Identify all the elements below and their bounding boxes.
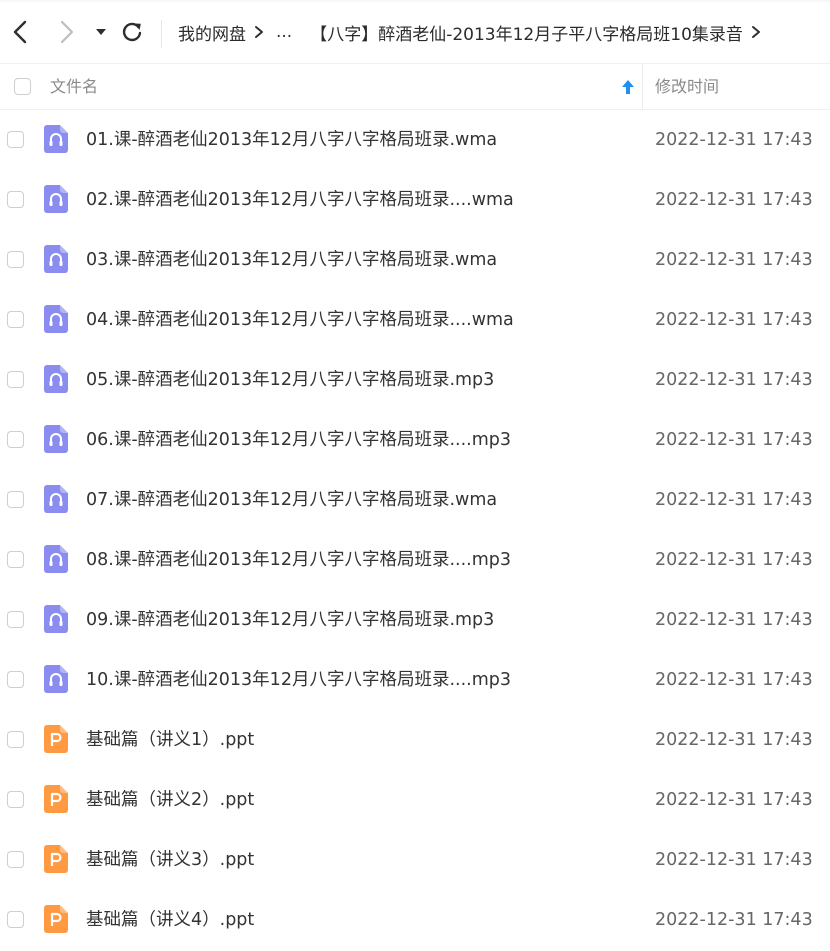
file-modified-time: 2022-12-31 17:43	[655, 190, 813, 210]
file-modified-time: 2022-12-31 17:43	[655, 250, 813, 270]
refresh-icon	[122, 22, 142, 42]
audio-file-icon	[44, 245, 68, 273]
file-modified-time: 2022-12-31 17:43	[655, 610, 813, 630]
audio-file-icon	[44, 185, 68, 213]
file-name: 03.课-醉酒老仙2013年12月八字八字格局班录.wma	[86, 250, 498, 270]
row-checkbox[interactable]	[7, 731, 24, 748]
file-modified-time: 2022-12-31 17:43	[655, 910, 813, 930]
ppt-file-icon	[44, 785, 68, 813]
file-modified-time: 2022-12-31 17:43	[655, 550, 813, 570]
row-checkbox[interactable]	[7, 191, 24, 208]
refresh-button[interactable]	[118, 14, 146, 50]
audio-file-icon	[44, 545, 68, 573]
breadcrumb-root[interactable]: 我的网盘	[178, 20, 246, 45]
file-row[interactable]: 09.课-醉酒老仙2013年12月八字八字格局班录.mp3 2022-12-31…	[0, 590, 830, 650]
file-name: 06.课-醉酒老仙2013年12月八字八字格局班录....mp3	[86, 430, 511, 450]
row-checkbox[interactable]	[7, 431, 24, 448]
list-header: 文件名 修改时间	[0, 64, 830, 110]
file-row[interactable]: 07.课-醉酒老仙2013年12月八字八字格局班录.wma 2022-12-31…	[0, 470, 830, 530]
file-modified-time: 2022-12-31 17:43	[655, 850, 813, 870]
file-row[interactable]: 基础篇（讲义4）.ppt 2022-12-31 17:43	[0, 890, 830, 950]
file-modified-time: 2022-12-31 17:43	[655, 430, 813, 450]
ppt-file-icon	[44, 725, 68, 753]
breadcrumb-separator-icon	[246, 25, 272, 39]
file-name: 10.课-醉酒老仙2013年12月八字八字格局班录....mp3	[86, 670, 511, 690]
column-header-time[interactable]: 修改时间	[655, 64, 719, 110]
file-name: 09.课-醉酒老仙2013年12月八字八字格局班录.mp3	[86, 610, 495, 630]
row-checkbox[interactable]	[7, 251, 24, 268]
back-button[interactable]	[6, 14, 34, 50]
file-modified-time: 2022-12-31 17:43	[655, 310, 813, 330]
file-row[interactable]: 06.课-醉酒老仙2013年12月八字八字格局班录....mp3 2022-12…	[0, 410, 830, 470]
ppt-file-icon	[44, 845, 68, 873]
row-checkbox[interactable]	[7, 311, 24, 328]
history-dropdown-button[interactable]	[92, 14, 110, 50]
file-name: 基础篇（讲义3）.ppt	[86, 850, 255, 870]
file-row[interactable]: 10.课-醉酒老仙2013年12月八字八字格局班录....mp3 2022-12…	[0, 650, 830, 710]
column-header-name[interactable]: 文件名	[50, 64, 98, 110]
file-row[interactable]: 基础篇（讲义2）.ppt 2022-12-31 17:43	[0, 770, 830, 830]
audio-file-icon	[44, 605, 68, 633]
file-name: 04.课-醉酒老仙2013年12月八字八字格局班录....wma	[86, 310, 514, 330]
row-checkbox[interactable]	[7, 671, 24, 688]
row-checkbox[interactable]	[7, 131, 24, 148]
file-modified-time: 2022-12-31 17:43	[655, 490, 813, 510]
breadcrumb-separator-icon	[743, 25, 769, 39]
forward-button[interactable]	[53, 14, 81, 50]
breadcrumb: 我的网盘 ... 【八字】醉酒老仙-2013年12月子平八字格局班10集录音	[178, 0, 769, 64]
file-row[interactable]: 基础篇（讲义3）.ppt 2022-12-31 17:43	[0, 830, 830, 890]
file-row[interactable]: 01.课-醉酒老仙2013年12月八字八字格局班录.wma 2022-12-31…	[0, 110, 830, 170]
toolbar: 我的网盘 ... 【八字】醉酒老仙-2013年12月子平八字格局班10集录音	[0, 0, 830, 64]
column-divider[interactable]	[642, 64, 643, 110]
row-checkbox[interactable]	[7, 791, 24, 808]
file-row[interactable]: 08.课-醉酒老仙2013年12月八字八字格局班录....mp3 2022-12…	[0, 530, 830, 590]
audio-file-icon	[44, 305, 68, 333]
sort-button[interactable]	[620, 77, 636, 97]
file-name: 基础篇（讲义2）.ppt	[86, 790, 255, 810]
toolbar-divider	[161, 20, 162, 48]
file-modified-time: 2022-12-31 17:43	[655, 730, 813, 750]
file-name: 08.课-醉酒老仙2013年12月八字八字格局班录....mp3	[86, 550, 511, 570]
chevron-left-icon	[13, 20, 27, 44]
file-modified-time: 2022-12-31 17:43	[655, 370, 813, 390]
ppt-file-icon	[44, 905, 68, 933]
file-row[interactable]: 04.课-醉酒老仙2013年12月八字八字格局班录....wma 2022-12…	[0, 290, 830, 350]
audio-file-icon	[44, 665, 68, 693]
row-checkbox[interactable]	[7, 371, 24, 388]
row-checkbox[interactable]	[7, 611, 24, 628]
audio-file-icon	[44, 365, 68, 393]
audio-file-icon	[44, 125, 68, 153]
file-name: 基础篇（讲义1）.ppt	[86, 730, 255, 750]
row-checkbox[interactable]	[7, 491, 24, 508]
row-checkbox[interactable]	[7, 851, 24, 868]
file-manager-window: 我的网盘 ... 【八字】醉酒老仙-2013年12月子平八字格局班10集录音 文…	[0, 0, 830, 951]
select-all-checkbox[interactable]	[14, 78, 31, 95]
audio-file-icon	[44, 485, 68, 513]
file-list: 01.课-醉酒老仙2013年12月八字八字格局班录.wma 2022-12-31…	[0, 110, 830, 950]
caret-down-icon	[96, 29, 106, 35]
chevron-right-icon	[60, 20, 74, 44]
file-name: 02.课-醉酒老仙2013年12月八字八字格局班录....wma	[86, 190, 514, 210]
file-row[interactable]: 基础篇（讲义1）.ppt 2022-12-31 17:43	[0, 710, 830, 770]
row-checkbox[interactable]	[7, 551, 24, 568]
file-name: 01.课-醉酒老仙2013年12月八字八字格局班录.wma	[86, 130, 498, 150]
file-modified-time: 2022-12-31 17:43	[655, 670, 813, 690]
file-name: 基础篇（讲义4）.ppt	[86, 910, 255, 930]
file-row[interactable]: 02.课-醉酒老仙2013年12月八字八字格局班录....wma 2022-12…	[0, 170, 830, 230]
file-name: 05.课-醉酒老仙2013年12月八字八字格局班录.mp3	[86, 370, 495, 390]
audio-file-icon	[44, 425, 68, 453]
row-checkbox[interactable]	[7, 911, 24, 928]
file-modified-time: 2022-12-31 17:43	[655, 790, 813, 810]
file-row[interactable]: 05.课-醉酒老仙2013年12月八字八字格局班录.mp3 2022-12-31…	[0, 350, 830, 410]
file-name: 07.课-醉酒老仙2013年12月八字八字格局班录.wma	[86, 490, 498, 510]
breadcrumb-current[interactable]: 【八字】醉酒老仙-2013年12月子平八字格局班10集录音	[310, 20, 743, 45]
arrow-up-icon	[622, 80, 634, 94]
file-modified-time: 2022-12-31 17:43	[655, 130, 813, 150]
file-row[interactable]: 03.课-醉酒老仙2013年12月八字八字格局班录.wma 2022-12-31…	[0, 230, 830, 290]
breadcrumb-ellipsis[interactable]: ...	[272, 22, 296, 42]
